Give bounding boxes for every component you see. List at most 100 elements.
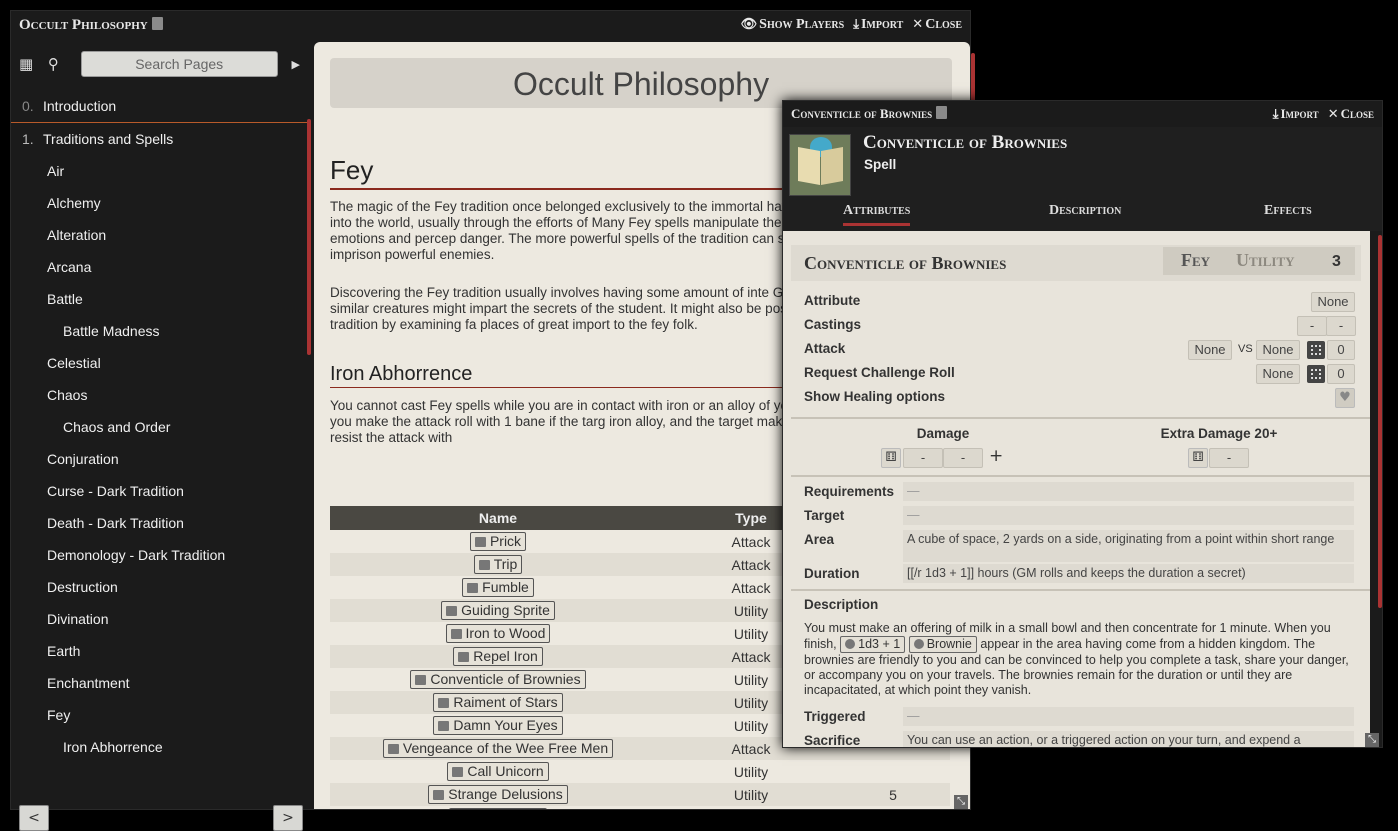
spell-link[interactable]: Raiment of Stars <box>433 693 563 712</box>
area-label: Area <box>804 532 835 547</box>
search-icon[interactable]: ⚲ <box>48 55 77 73</box>
sacrifice-field[interactable]: You can use an action, or a triggered ac… <box>903 731 1354 747</box>
spell-name-cell: Prick <box>330 532 666 551</box>
sheet-close-label: Close <box>1340 106 1374 121</box>
search-input[interactable]: Search Pages <box>80 51 278 77</box>
spell-link[interactable]: Conventicle of Brownies <box>410 670 586 689</box>
toc-item[interactable]: Conjuration <box>11 443 308 475</box>
healing-toggle-icon[interactable]: ♥ <box>1335 388 1355 408</box>
spell-level-value[interactable]: 3 <box>1332 253 1341 271</box>
spell-name[interactable]: Conventicle of Brownies <box>863 132 1067 154</box>
tab-description[interactable]: Description <box>1049 203 1121 219</box>
spell-link[interactable]: Call Unicorn <box>447 762 549 781</box>
description-text[interactable]: You must make an offering of milk in a s… <box>804 621 1354 698</box>
toc-item[interactable]: Enchantment <box>11 667 308 699</box>
toc-item[interactable]: Battle Madness <box>11 315 308 347</box>
collapse-sidebar-icon[interactable]: ▶ <box>292 58 300 71</box>
suitcase-icon <box>387 744 399 754</box>
close-button[interactable]: ✕ Close <box>912 17 962 33</box>
suitcase-icon <box>467 583 479 593</box>
target-field[interactable]: — <box>903 506 1354 525</box>
spell-image[interactable] <box>789 134 851 196</box>
spell-link[interactable]: Vengeance of the Wee Free Men <box>382 739 614 758</box>
toc-item-label: Battle <box>47 291 83 307</box>
book-page-left <box>798 147 820 185</box>
resize-handle-icon[interactable]: ⤡ <box>1365 733 1379 747</box>
toc-item[interactable]: Chaos and Order <box>11 411 308 443</box>
add-damage-icon[interactable]: + <box>989 446 1003 466</box>
spell-link-label: Guiding Sprite <box>461 602 550 618</box>
challenge-boons-input[interactable]: 0 <box>1327 364 1355 384</box>
toc-item[interactable]: Death - Dark Tradition <box>11 507 308 539</box>
toc-item[interactable]: Fey <box>11 699 308 731</box>
spell-link[interactable]: Strange Delusions <box>428 785 568 804</box>
toc-item[interactable]: Curse - Dark Tradition <box>11 475 308 507</box>
damage-dice-input[interactable]: - <box>903 448 943 468</box>
spell-name-cell: Vengeance of the Wee Free Men <box>330 739 666 758</box>
spell-link[interactable]: Prick <box>469 532 527 551</box>
spell-link-label: Prick <box>489 533 522 549</box>
toc-item[interactable]: Chaos <box>11 379 308 411</box>
spell-type-cell: Utility <box>733 786 769 803</box>
requirements-field[interactable]: — <box>903 482 1354 501</box>
tab-effects[interactable]: Effects <box>1264 203 1312 219</box>
spell-link[interactable]: Fumble <box>462 578 534 597</box>
spell-link[interactable]: Iron to Wood <box>445 624 551 643</box>
damage-bonus-input[interactable]: - <box>943 448 983 468</box>
toc-item[interactable]: Celestial <box>11 347 308 379</box>
toc-item[interactable]: Destruction <box>11 571 308 603</box>
show-players-button[interactable]: 👁 Show Players <box>741 17 845 33</box>
triggered-field[interactable]: — <box>903 707 1354 726</box>
attribute-select[interactable]: None <box>1311 292 1355 312</box>
sidebar-scrollbar[interactable] <box>307 119 311 355</box>
toc-item[interactable]: Alchemy <box>11 187 308 219</box>
extra-damage-input[interactable]: - <box>1209 448 1249 468</box>
next-page-button[interactable]: > <box>273 805 303 831</box>
sheet-window-title-text: Conventicle of Brownies <box>791 106 933 121</box>
castings-used-input[interactable]: - <box>1297 316 1327 336</box>
spell-link[interactable]: Deep Sleep <box>448 808 548 809</box>
d20-extra-damage-icon[interactable]: ⚅ <box>1188 448 1208 468</box>
attack-defense-select[interactable]: None <box>1256 340 1300 360</box>
d20-damage-icon[interactable]: ⚅ <box>881 448 901 468</box>
toc-item[interactable]: Iron Abhorrence <box>11 731 308 763</box>
toc-item[interactable]: 1. Traditions and Spells <box>11 123 308 155</box>
attack-attribute-select[interactable]: None <box>1188 340 1232 360</box>
duration-field[interactable]: [[/r 1d3 + 1]] hours (GM rolls and keeps… <box>903 564 1354 583</box>
inline-roll-label: 1d3 + 1 <box>858 637 901 651</box>
tradition-tag[interactable]: Fey <box>1181 250 1210 271</box>
sheet-import-button[interactable]: ⤓ Import <box>1273 106 1319 122</box>
spell-link[interactable]: Damn Your Eyes <box>433 716 563 735</box>
attack-boons-input[interactable]: 0 <box>1327 340 1355 360</box>
challenge-attribute-select[interactable]: None <box>1256 364 1300 384</box>
toc-item[interactable]: Demonology - Dark Tradition <box>11 539 308 571</box>
sheet-close-button[interactable]: ✕ Close <box>1328 106 1374 122</box>
suitcase-icon <box>478 560 490 570</box>
toc-item-number: 0. <box>22 98 34 114</box>
tab-attributes[interactable]: Attributes <box>843 203 911 226</box>
vs-label: VS <box>1238 343 1253 355</box>
toc-item[interactable]: Air <box>11 155 308 187</box>
actor-link[interactable]: Brownie <box>908 636 977 653</box>
toc-item[interactable]: Battle <box>11 283 308 315</box>
resize-handle-icon[interactable]: ⤡ <box>954 795 968 809</box>
toc-item[interactable]: Alteration <box>11 219 308 251</box>
inline-roll[interactable]: 1d3 + 1 <box>840 636 906 653</box>
toc-item[interactable]: 0. Introduction <box>11 90 308 123</box>
spell-link[interactable]: Guiding Sprite <box>441 601 555 620</box>
toc-item[interactable]: Arcana <box>11 251 308 283</box>
notes-icon[interactable]: ▦ <box>19 55 48 73</box>
table-row: Deep SleepAttack6 <box>330 806 950 809</box>
spell-link-label: Iron to Wood <box>465 625 546 641</box>
spell-link[interactable]: Trip <box>473 555 523 574</box>
import-button[interactable]: ⤓ Import <box>853 17 903 33</box>
book-page-right <box>821 147 843 185</box>
toc-item[interactable]: Earth <box>11 635 308 667</box>
area-field[interactable]: A cube of space, 2 yards on a side, orig… <box>903 530 1354 562</box>
sheet-scrollbar[interactable] <box>1378 235 1382 608</box>
spell-type-tag[interactable]: Utility <box>1236 250 1295 271</box>
spell-link[interactable]: Repel Iron <box>453 647 543 666</box>
castings-max-input[interactable]: - <box>1326 316 1356 336</box>
toc-item[interactable]: Divination <box>11 603 308 635</box>
previous-page-button[interactable]: < <box>19 805 49 831</box>
